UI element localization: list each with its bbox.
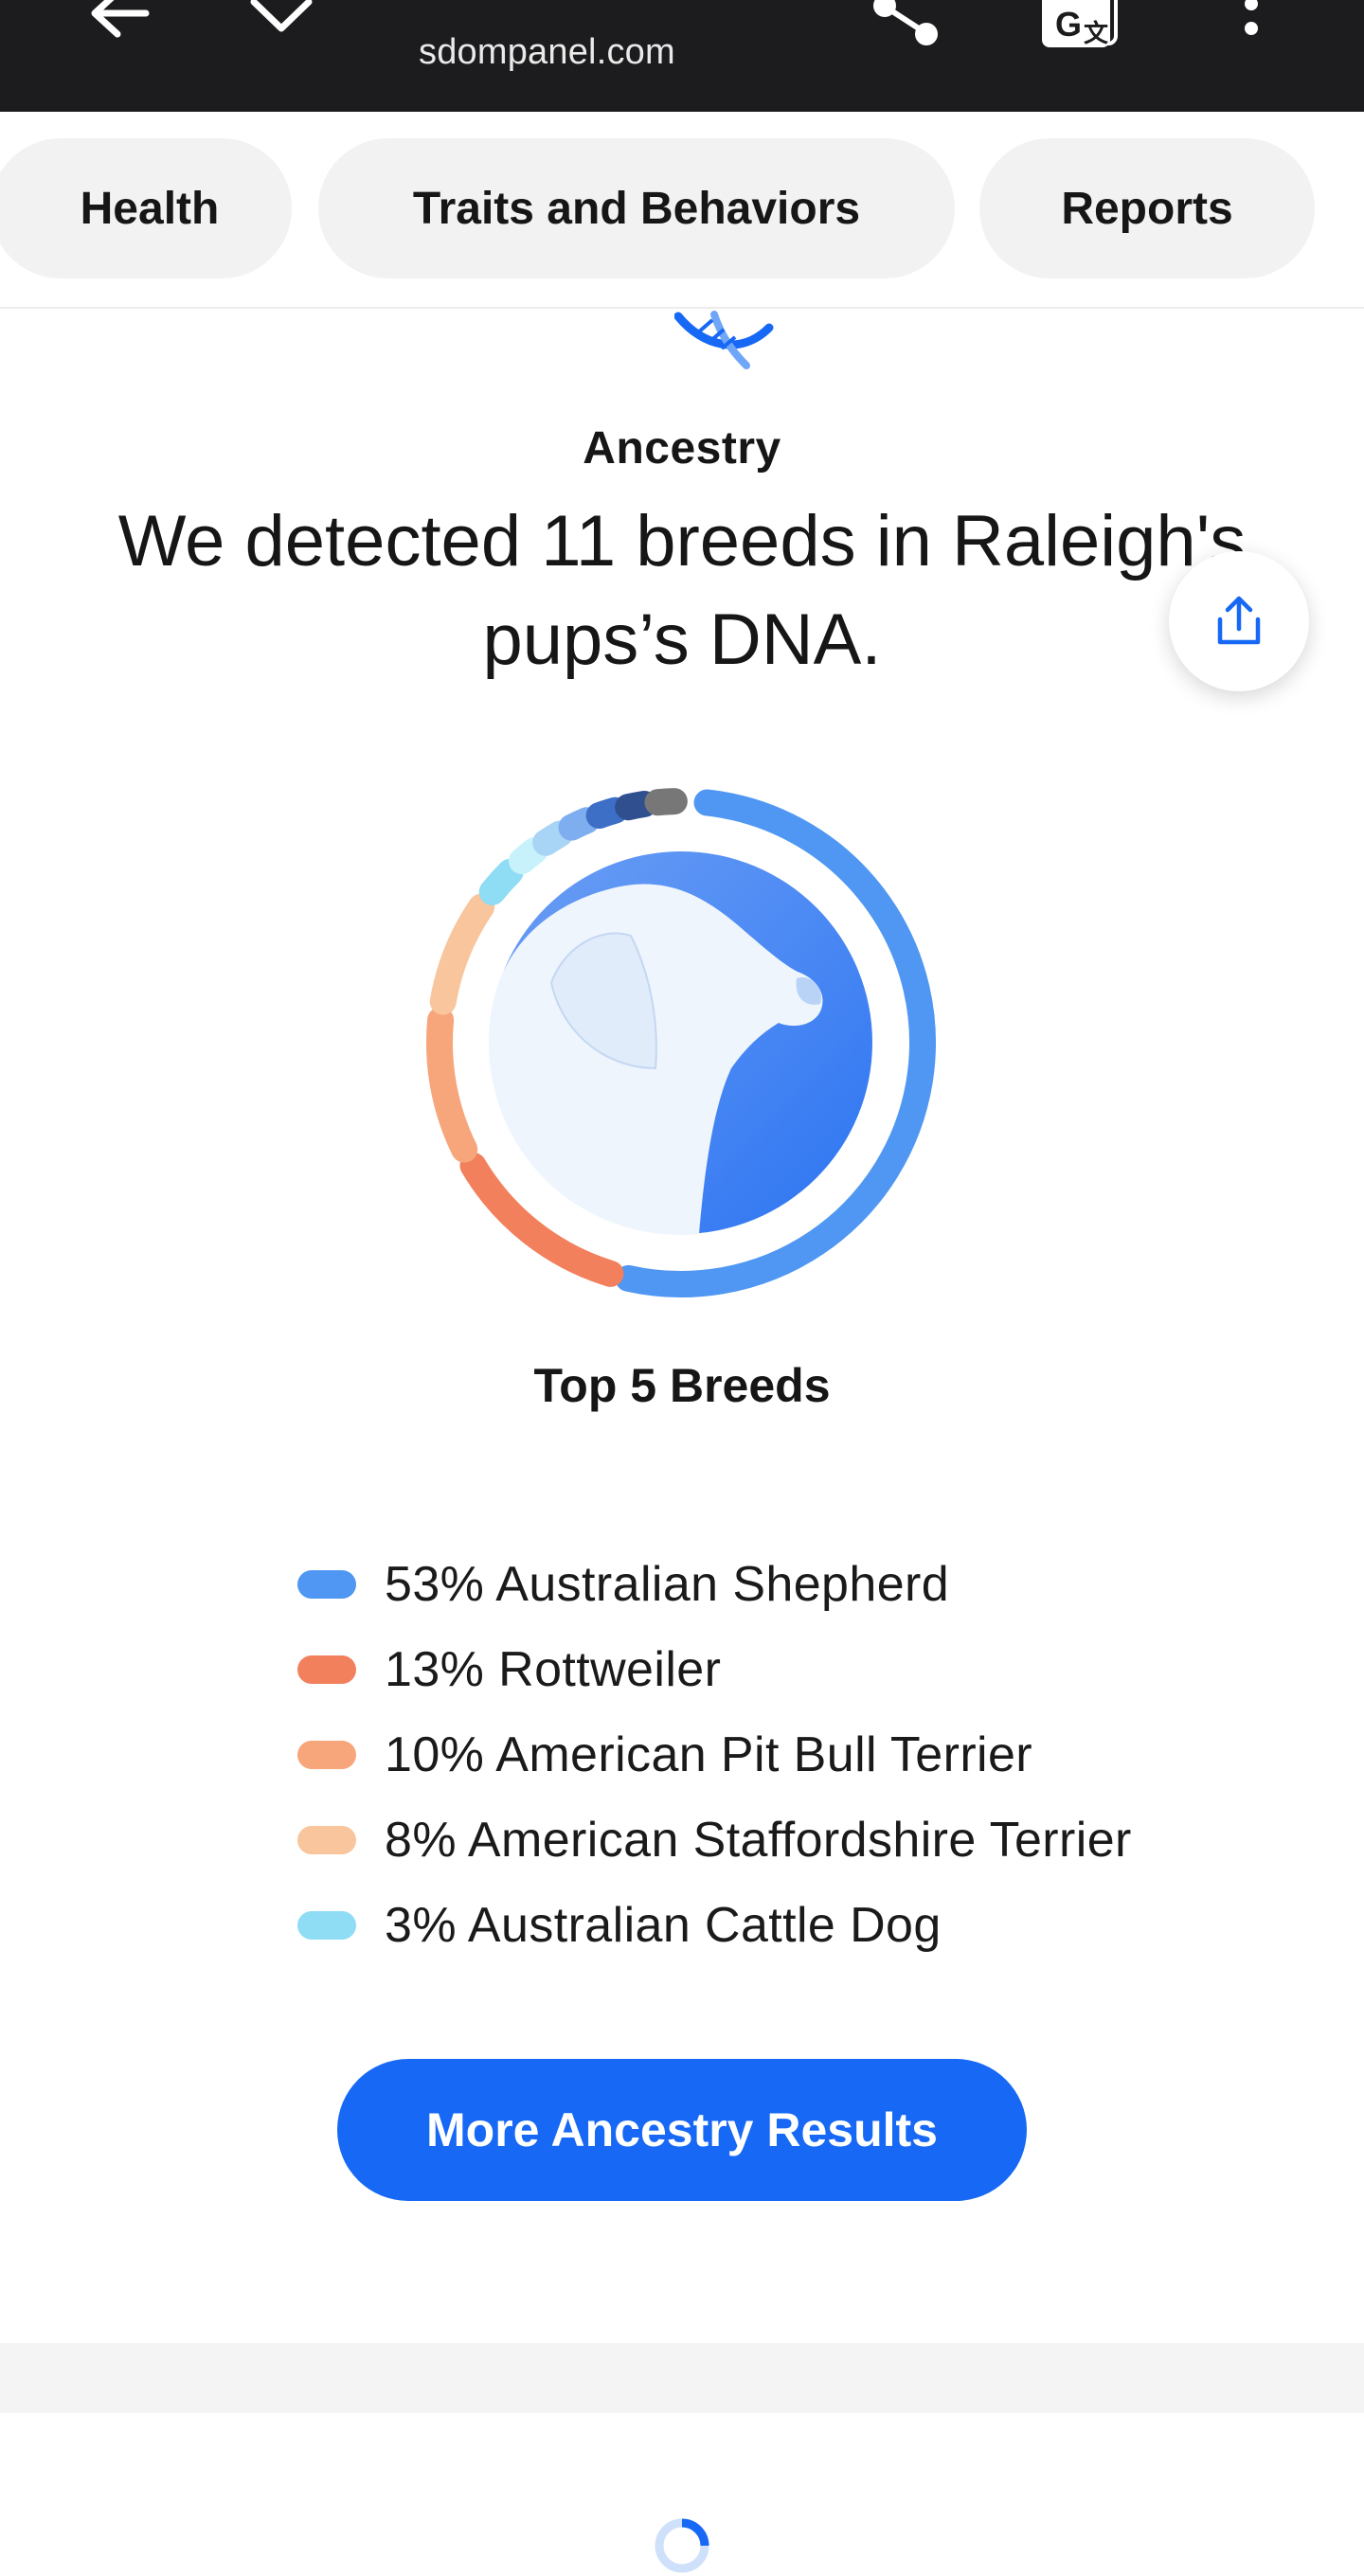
- ancestry-donut-chart: [426, 788, 936, 1297]
- tab-reports[interactable]: Reports: [979, 138, 1315, 278]
- donut-slice-other: [585, 796, 629, 830]
- legend-swatch: [297, 1911, 356, 1940]
- donut-slice-american-staffordshire-terrier: [429, 893, 495, 1015]
- translate-icon[interactable]: G 文: [1036, 0, 1122, 53]
- donut-slice-other: [532, 820, 573, 856]
- legend-label: 10% American Pit Bull Terrier: [385, 1727, 1033, 1782]
- dog-avatar-icon: [489, 851, 872, 1235]
- legend-swatch: [297, 1826, 356, 1854]
- download-icon[interactable]: [248, 0, 314, 34]
- legend-item: 10% American Pit Bull Terrier: [297, 1712, 1132, 1798]
- more-ancestry-results-button[interactable]: More Ancestry Results: [337, 2059, 1027, 2201]
- donut-slice-other: [615, 790, 658, 821]
- section-divider: [0, 2343, 1364, 2413]
- donut-slice-australian-cattle-dog: [478, 858, 524, 905]
- breed-legend: 53% Australian Shepherd 13% Rottweiler 1…: [297, 1542, 1132, 1968]
- legend-label: 3% Australian Cattle Dog: [385, 1898, 942, 1953]
- legend-label: 13% Rottweiler: [385, 1642, 722, 1697]
- legend-item: 3% Australian Cattle Dog: [297, 1883, 1132, 1968]
- more-options-icon[interactable]: [1235, 0, 1267, 45]
- legend-label: 8% American Staffordshire Terrier: [385, 1813, 1132, 1868]
- upload-share-icon: [1217, 596, 1261, 645]
- tab-traits-and-behaviors[interactable]: Traits and Behaviors: [318, 138, 955, 278]
- legend-item: 8% American Staffordshire Terrier: [297, 1798, 1132, 1883]
- dna-icon: [674, 311, 774, 369]
- url-bar[interactable]: sdompanel.com: [419, 28, 675, 76]
- ancestry-headline: We detected 11 breeds in Raleigh's pups’…: [117, 501, 1247, 680]
- donut-slice-other: [509, 837, 548, 875]
- tab-health[interactable]: Health: [0, 138, 292, 278]
- legend-swatch: [297, 1741, 356, 1769]
- back-arrow-icon[interactable]: [83, 0, 152, 42]
- svg-text:G: G: [1055, 5, 1082, 44]
- legend-swatch: [297, 1655, 356, 1684]
- legend-label: 53% Australian Shepherd: [385, 1557, 950, 1612]
- top-breeds-title: Top 5 Breeds: [533, 1359, 831, 1412]
- browser-toolbar: sdompanel.com G 文: [0, 0, 1364, 112]
- loading-spinner-icon: [655, 2518, 709, 2573]
- donut-slice-other: [558, 807, 601, 841]
- donut-slice-american-pit-bull-terrier: [426, 1007, 478, 1163]
- share-icon[interactable]: [871, 0, 940, 53]
- section-label: Ancestry: [583, 423, 781, 474]
- section-tabs: Health Traits and Behaviors Reports: [0, 114, 1364, 309]
- donut-slice-other: [644, 788, 688, 816]
- svg-text:文: 文: [1084, 19, 1109, 47]
- legend-swatch: [297, 1570, 356, 1599]
- legend-item: 13% Rottweiler: [297, 1627, 1132, 1712]
- share-results-button[interactable]: [1169, 551, 1309, 691]
- legend-item: 53% Australian Shepherd: [297, 1542, 1132, 1627]
